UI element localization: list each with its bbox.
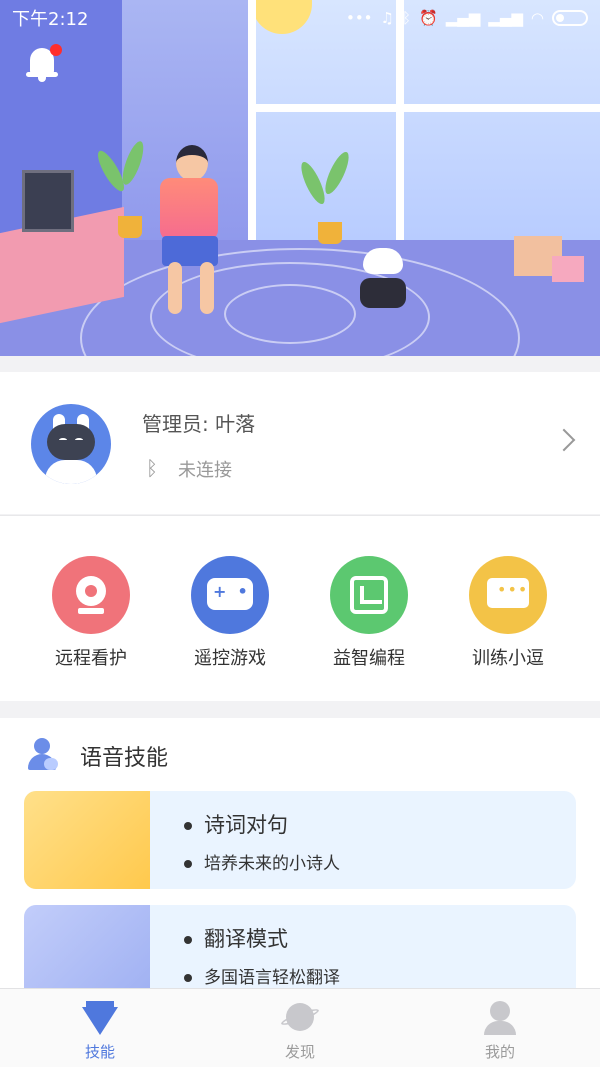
user-skill-icon <box>28 738 60 770</box>
battery-icon <box>552 10 588 26</box>
tab-discover[interactable]: 发现 <box>260 1001 340 1062</box>
tab-label: 技能 <box>84 1043 115 1061</box>
bell-icon[interactable] <box>26 44 62 82</box>
gamepad-icon <box>191 556 269 634</box>
quick-actions: 远程看护 遥控游戏 益智编程 训练小逗 <box>0 515 600 701</box>
bluetooth-icon: ᛒ <box>401 9 411 27</box>
boy-illustration <box>200 262 214 314</box>
tv-illustration <box>22 170 74 232</box>
admin-name: 管理员: 叶落 <box>142 412 256 436</box>
signal-icon: ▂▄▆ <box>445 9 481 27</box>
tab-label: 发现 <box>284 1043 315 1061</box>
wifi-icon: ◠ <box>530 9 544 27</box>
action-train-robot[interactable]: 训练小逗 <box>458 556 558 670</box>
status-time: 下午2:12 <box>12 9 89 30</box>
bottom-tab-bar: 技能 发现 我的 <box>0 988 600 1067</box>
status-bar: 下午2:12 ••• ♫ ᛒ ⏰ ▂▄▆ ▂▄▆ ◠ <box>0 0 600 36</box>
chevron-right-icon[interactable] <box>552 428 576 452</box>
robot-avatar <box>31 404 111 484</box>
diamond-icon <box>82 1001 118 1035</box>
tab-label: 我的 <box>484 1043 515 1061</box>
skill-name: 诗词对句 <box>204 813 288 837</box>
robot-illustration <box>360 248 406 310</box>
notification-dot <box>50 44 62 56</box>
action-label: 遥控游戏 <box>194 648 266 669</box>
signal-icon: ▂▄▆ <box>488 9 523 27</box>
chat-icon <box>469 556 547 634</box>
bluetooth-icon: ᛒ <box>146 456 158 480</box>
tab-skills[interactable]: 技能 <box>60 1001 140 1062</box>
tab-me[interactable]: 我的 <box>460 1001 540 1062</box>
skill-card-poetry[interactable]: 诗词对句 培养未来的小诗人 <box>24 791 576 889</box>
action-puzzle-coding[interactable]: 益智编程 <box>319 556 419 670</box>
dots-icon: ••• <box>345 9 373 27</box>
action-label: 远程看护 <box>55 648 127 669</box>
plant-pot <box>118 216 142 238</box>
connection-status: 未连接 <box>178 460 232 481</box>
plant-pot <box>318 222 342 244</box>
code-icon <box>330 556 408 634</box>
skill-name: 翻译模式 <box>204 927 288 951</box>
alarm-icon: ⏰ <box>419 9 438 27</box>
headphones-icon: ♫ <box>380 9 394 27</box>
plant-leaf <box>118 138 148 188</box>
boy-illustration <box>160 178 218 240</box>
window-frame <box>248 0 256 240</box>
action-remote-care[interactable]: 远程看护 <box>41 556 141 670</box>
action-label: 训练小逗 <box>472 648 544 669</box>
voice-skills-section: 语音技能 诗词对句 培养未来的小诗人 翻译模式 多国语言轻松翻译 <box>0 718 600 1003</box>
boy-illustration <box>168 262 182 314</box>
robot-profile-card[interactable]: 管理员: 叶落 ᛒ 未连接 <box>0 372 600 514</box>
hero-window <box>248 0 600 240</box>
box-illustration <box>552 256 584 282</box>
action-remote-game[interactable]: 遥控游戏 <box>180 556 280 670</box>
action-label: 益智编程 <box>333 648 405 669</box>
window-frame <box>248 104 600 112</box>
hero-banner <box>0 0 600 356</box>
profile-icon <box>482 1001 518 1035</box>
window-frame <box>396 0 404 240</box>
section-title: 语音技能 <box>80 746 169 771</box>
planet-icon <box>279 1001 321 1035</box>
status-icons: ••• ♫ ᛒ ⏰ ▂▄▆ ▂▄▆ ◠ <box>346 9 588 27</box>
boy-illustration <box>176 145 208 181</box>
skill-desc: 多国语言轻松翻译 <box>204 968 340 988</box>
poetry-thumbnail <box>24 791 150 889</box>
floor-circle <box>224 284 356 344</box>
skill-desc: 培养未来的小诗人 <box>204 854 340 874</box>
camera-icon <box>52 556 130 634</box>
